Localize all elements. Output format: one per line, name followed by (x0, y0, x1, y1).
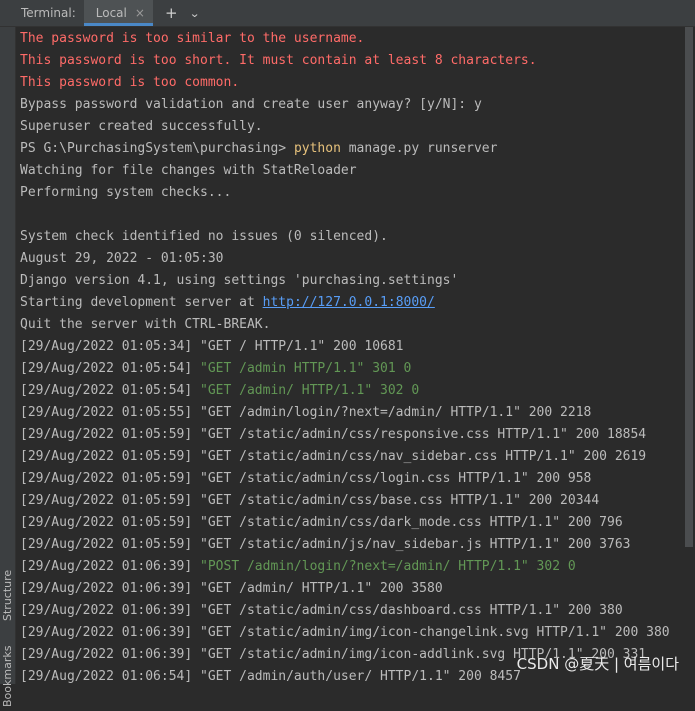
console-line: [29/Aug/2022 01:05:34] "GET / HTTP/1.1" … (20, 336, 692, 358)
console-line: [29/Aug/2022 01:05:59] "GET /static/admi… (20, 468, 692, 490)
structure-tool-tab[interactable]: Structure (0, 562, 15, 628)
log-request: "GET /static/admin/img/icon-changelink.s… (200, 625, 670, 640)
console-line: [29/Aug/2022 01:05:59] "GET /static/admi… (20, 490, 692, 512)
log-timestamp: [29/Aug/2022 01:05:54] (20, 361, 201, 376)
console-line: August 29, 2022 - 01:05:30 (20, 248, 692, 270)
console-line: [29/Aug/2022 01:06:39] "GET /static/admi… (20, 622, 692, 644)
log-request: "GET /static/admin/js/nav_sidebar.js HTT… (200, 537, 631, 552)
log-request: "GET /admin/login/?next=/admin/ HTTP/1.1… (200, 405, 592, 420)
console-text: This password is too short. It must cont… (20, 53, 537, 68)
console-text: This password is too common. (20, 75, 240, 90)
console-line: Quit the server with CTRL-BREAK. (20, 314, 692, 336)
tab-local[interactable]: Local × (83, 0, 154, 26)
terminal-output[interactable]: The password is too similar to the usern… (20, 28, 692, 688)
console-text: The password is too similar to the usern… (20, 31, 365, 46)
log-timestamp: [29/Aug/2022 01:05:59] (20, 427, 201, 442)
console-line: Starting development server at http://12… (20, 292, 692, 314)
log-timestamp: [29/Aug/2022 01:05:55] (20, 405, 201, 420)
add-icon[interactable]: + (165, 4, 178, 22)
log-request: "GET /static/admin/css/base.css HTTP/1.1… (200, 493, 600, 508)
console-text: Bypass password validation and create us… (20, 97, 482, 112)
console-text: Watching for file changes with StatReloa… (20, 163, 357, 178)
close-icon[interactable]: × (135, 6, 145, 20)
console-line: System check identified no issues (0 sil… (20, 226, 692, 248)
console-line: [29/Aug/2022 01:05:59] "GET /static/admi… (20, 512, 692, 534)
server-url-link[interactable]: http://127.0.0.1:8000/ (263, 295, 435, 310)
command-name: python (293, 141, 341, 156)
console-line: Django version 4.1, using settings 'purc… (20, 270, 692, 292)
scrollbar-thumb[interactable] (685, 27, 693, 547)
log-request: "GET /static/admin/css/responsive.css HT… (200, 427, 647, 442)
console-text: System check identified no issues (0 sil… (20, 229, 388, 244)
console-line: [29/Aug/2022 01:05:54] "GET /admin/ HTTP… (20, 380, 692, 402)
log-request: "GET /static/admin/css/nav_sidebar.css H… (200, 449, 647, 464)
log-request: "GET /admin/ HTTP/1.1" 200 3580 (200, 581, 443, 596)
log-timestamp: [29/Aug/2022 01:05:54] (20, 383, 201, 398)
console-line: [29/Aug/2022 01:06:39] "GET /static/admi… (20, 600, 692, 622)
log-timestamp: [29/Aug/2022 01:05:59] (20, 493, 201, 508)
log-timestamp: [29/Aug/2022 01:06:54] (20, 669, 201, 684)
log-request: "POST /admin/login/?next=/admin/ HTTP/1.… (200, 559, 576, 574)
console-line: [29/Aug/2022 01:06:39] "GET /admin/ HTTP… (20, 578, 692, 600)
log-request: "GET /admin/auth/user/ HTTP/1.1" 200 845… (200, 669, 521, 684)
log-request: "GET /static/admin/css/dashboard.css HTT… (200, 603, 623, 618)
console-line: Performing system checks... (20, 182, 692, 204)
log-request: "GET /static/admin/css/login.css HTTP/1.… (200, 471, 592, 486)
log-timestamp: [29/Aug/2022 01:06:39] (20, 581, 201, 596)
console-text: Django version 4.1, using settings 'purc… (20, 273, 459, 288)
log-timestamp: [29/Aug/2022 01:05:59] (20, 471, 201, 486)
log-timestamp: [29/Aug/2022 01:05:59] (20, 515, 201, 530)
console-line: [29/Aug/2022 01:05:54] "GET /admin HTTP/… (20, 358, 692, 380)
console-line: Watching for file changes with StatReloa… (20, 160, 692, 182)
console-line: [29/Aug/2022 01:05:59] "GET /static/admi… (20, 424, 692, 446)
console-text: Superuser created successfully. (20, 119, 263, 134)
console-line: [29/Aug/2022 01:06:39] "POST /admin/logi… (20, 556, 692, 578)
console-line: Superuser created successfully. (20, 116, 692, 138)
log-request: "GET /static/admin/css/dark_mode.css HTT… (200, 515, 623, 530)
console-line: [29/Aug/2022 01:05:59] "GET /static/admi… (20, 534, 692, 556)
chevron-down-icon[interactable]: ⌄ (189, 7, 200, 20)
command-args: manage.py runserver (340, 141, 498, 156)
console-line: This password is too short. It must cont… (20, 50, 692, 72)
log-timestamp: [29/Aug/2022 01:05:34] (20, 339, 201, 354)
log-timestamp: [29/Aug/2022 01:06:39] (20, 647, 201, 662)
console-text: Starting development server at (20, 295, 263, 310)
log-request: "GET /admin/ HTTP/1.1" 302 0 (200, 383, 420, 398)
console-line: Bypass password validation and create us… (20, 94, 692, 116)
bookmarks-tool-tab[interactable]: Bookmarks (0, 642, 15, 711)
tab-local-label: Local (95, 6, 127, 20)
log-request: "GET / HTTP/1.1" 200 10681 (200, 339, 404, 354)
console-line: [29/Aug/2022 01:05:59] "GET /static/admi… (20, 446, 692, 468)
console-line: [29/Aug/2022 01:05:55] "GET /admin/login… (20, 402, 692, 424)
watermark: CSDN @夏天 | 여름이다 (516, 655, 679, 673)
log-timestamp: [29/Aug/2022 01:06:39] (20, 625, 201, 640)
console-text: Performing system checks... (20, 185, 232, 200)
log-timestamp: [29/Aug/2022 01:05:59] (20, 537, 201, 552)
terminal-label: Terminal: (21, 6, 76, 20)
console-line: This password is too common. (20, 72, 692, 94)
log-timestamp: [29/Aug/2022 01:06:39] (20, 603, 201, 618)
console-text: August 29, 2022 - 01:05:30 (20, 251, 224, 266)
log-request: "GET /admin HTTP/1.1" 301 0 (200, 361, 412, 376)
log-timestamp: [29/Aug/2022 01:06:39] (20, 559, 201, 574)
left-tool-strip: Structure Bookmarks (0, 27, 16, 707)
console-text: Quit the server with CTRL-BREAK. (20, 317, 271, 332)
console-line: PS G:\PurchasingSystem\purchasing> pytho… (20, 138, 692, 160)
console-line: The password is too similar to the usern… (20, 28, 692, 50)
shell-prompt: PS G:\PurchasingSystem\purchasing> (20, 141, 294, 156)
vertical-scrollbar[interactable] (685, 27, 695, 684)
terminal-tabbar: Terminal: Local × + ⌄ (0, 0, 695, 27)
log-timestamp: [29/Aug/2022 01:05:59] (20, 449, 201, 464)
